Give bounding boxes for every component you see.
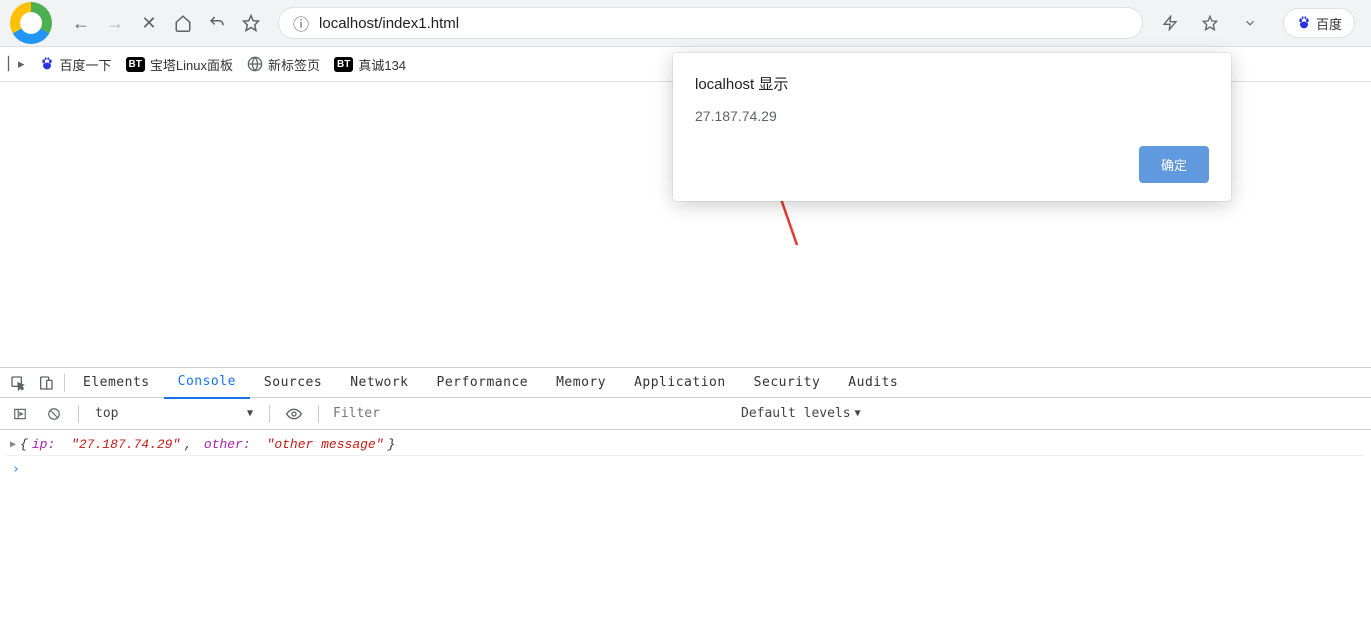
context-label: top	[95, 406, 118, 421]
tab-application[interactable]: Application	[620, 368, 740, 398]
brace-close: }	[388, 437, 396, 452]
flash-button[interactable]	[1155, 8, 1185, 38]
log-level-selector[interactable]: Default levels ▼	[741, 406, 861, 421]
bookmark-label: 宝塔Linux面板	[150, 55, 233, 74]
tab-elements[interactable]: Elements	[69, 368, 164, 398]
levels-label: Default levels	[741, 406, 851, 421]
bookmark-label: 百度一下	[60, 55, 112, 74]
bookmarks-toggle[interactable]: ▏▸	[8, 56, 25, 72]
search-engine-label: 百度	[1316, 14, 1342, 33]
chevron-down-icon: ▼	[247, 408, 253, 419]
chevron-down-icon: ▼	[855, 408, 861, 419]
alert-title: localhost 显示	[695, 73, 1209, 94]
brace-open: {	[20, 437, 28, 452]
stop-button[interactable]: ✕	[134, 8, 164, 38]
arrow-right-icon: →	[106, 13, 124, 34]
clear-console-button[interactable]	[40, 400, 68, 428]
devtools-panel: Elements Console Sources Network Perform…	[0, 367, 1371, 626]
baidu-paw-icon	[39, 56, 55, 72]
tab-network[interactable]: Network	[336, 368, 422, 398]
arrow-left-icon: ←	[72, 13, 90, 34]
home-icon	[174, 14, 192, 32]
info-icon: ⓘ	[293, 11, 309, 35]
log-key: ip:	[32, 437, 55, 452]
expand-triangle-icon[interactable]: ▶	[10, 439, 16, 451]
forward-button[interactable]: →	[100, 8, 130, 38]
bolt-icon	[1162, 15, 1178, 31]
bookmark-item[interactable]: BT 宝塔Linux面板	[126, 55, 233, 74]
dropdown-button[interactable]	[1235, 8, 1265, 38]
live-expression-button[interactable]	[280, 400, 308, 428]
tab-sources[interactable]: Sources	[250, 368, 336, 398]
console-output: ▶ { ip: "27.187.74.29" , other: "other m…	[0, 430, 1371, 487]
alert-dialog: localhost 显示 27.187.74.29 确定	[673, 53, 1231, 201]
log-value: "27.187.74.29"	[71, 437, 180, 452]
bt-icon: BT	[334, 57, 353, 72]
log-key: other:	[204, 437, 251, 452]
execution-context-selector[interactable]: top ▼	[89, 404, 259, 423]
browser-logo	[10, 2, 52, 44]
tab-console[interactable]: Console	[164, 367, 250, 399]
tab-security[interactable]: Security	[740, 368, 835, 398]
bookmark-item[interactable]: 百度一下	[39, 55, 112, 74]
browser-toolbar: ← → ✕ ⓘ	[0, 0, 1371, 47]
device-toggle-button[interactable]	[32, 369, 60, 397]
inspect-element-button[interactable]	[4, 369, 32, 397]
console-filter-input[interactable]	[329, 404, 729, 423]
tab-performance[interactable]: Performance	[423, 368, 543, 398]
undo-icon	[208, 14, 226, 32]
alert-ok-button[interactable]: 确定	[1139, 146, 1209, 183]
devtools-tabs: Elements Console Sources Network Perform…	[0, 368, 1371, 398]
bookmark-label: 新标签页	[268, 55, 320, 74]
back-button[interactable]: ←	[66, 8, 96, 38]
home-button[interactable]	[168, 8, 198, 38]
star-outline-icon	[242, 14, 260, 32]
undo-button[interactable]	[202, 8, 232, 38]
favorite-button[interactable]	[1195, 8, 1225, 38]
url-input[interactable]	[319, 15, 1128, 32]
console-sidebar-toggle[interactable]	[6, 400, 34, 428]
search-engine-selector[interactable]: 百度	[1283, 8, 1355, 38]
log-value: "other message"	[267, 437, 384, 452]
baidu-paw-icon	[1296, 15, 1312, 31]
close-icon: ✕	[141, 13, 156, 34]
comma: ,	[184, 437, 200, 452]
tab-memory[interactable]: Memory	[542, 368, 620, 398]
alert-message: 27.187.74.29	[695, 108, 1209, 124]
star-outline-icon	[1202, 15, 1218, 31]
side-panel-icon: ▏▸	[8, 56, 25, 72]
bookmark-label: 真诚134	[358, 55, 406, 74]
toolbar-right: 百度	[1155, 8, 1361, 38]
console-prompt[interactable]: ›	[6, 456, 1365, 483]
bt-icon: BT	[126, 57, 145, 72]
bookmark-item[interactable]: 新标签页	[247, 55, 320, 74]
console-toolbar: top ▼ Default levels ▼	[0, 398, 1371, 430]
chevron-right-icon: ›	[12, 462, 20, 477]
chevron-down-icon	[1243, 16, 1257, 30]
console-log-entry[interactable]: ▶ { ip: "27.187.74.29" , other: "other m…	[6, 434, 1365, 456]
bookmark-item[interactable]: BT 真诚134	[334, 55, 406, 74]
tab-audits[interactable]: Audits	[834, 368, 912, 398]
address-bar[interactable]: ⓘ	[278, 7, 1143, 39]
globe-icon	[247, 56, 263, 72]
bookmark-button[interactable]	[236, 8, 266, 38]
